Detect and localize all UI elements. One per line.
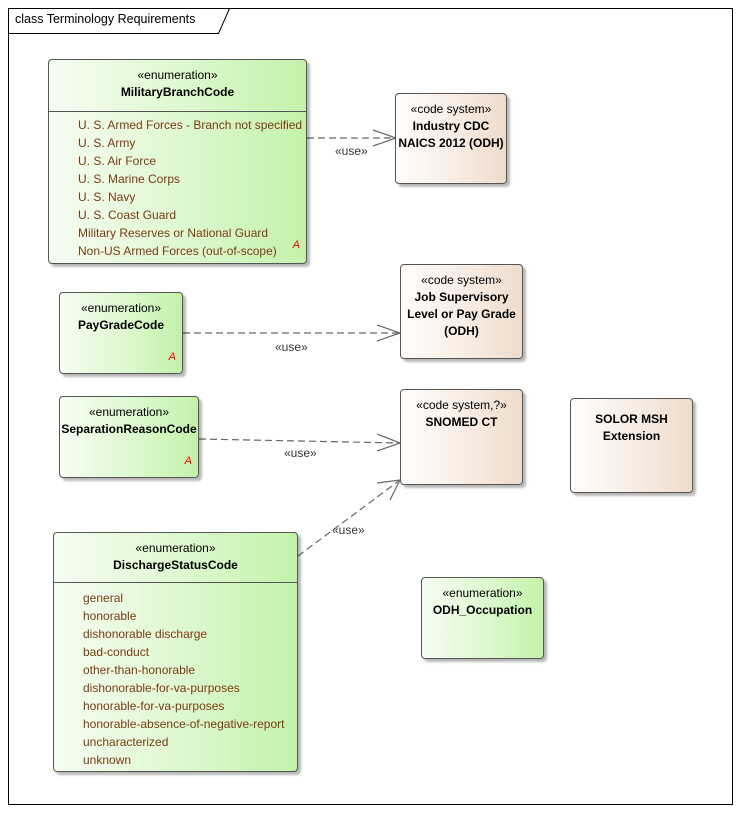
connector-label-use: «use» — [332, 523, 365, 537]
enum-literal[interactable]: uncharacterized — [83, 733, 297, 751]
stereotype: «code system,?» — [416, 398, 507, 412]
enum-literal[interactable]: honorable-absence-of-negative-report — [83, 715, 297, 733]
enum-literal[interactable]: bad-conduct — [83, 643, 297, 661]
enum-literal[interactable]: Military Reserves or National Guard — [78, 224, 306, 242]
stereotype: «enumeration» — [80, 301, 162, 315]
enum-literal[interactable]: honorable — [83, 607, 297, 625]
abstract-marker: A — [168, 351, 176, 363]
connector-label-use: «use» — [335, 144, 368, 158]
class-name-line: Extension — [602, 429, 661, 443]
class-name-line: Industry CDC — [412, 119, 490, 133]
class-name-line: NAICS 2012 (ODH) — [398, 136, 504, 150]
enum-literal[interactable]: U. S. Armed Forces - Branch not specifie… — [78, 116, 306, 134]
enum-discharge-status-code[interactable]: «enumeration» DischargeStatusCode genera… — [53, 532, 298, 772]
class-name: MilitaryBranchCode — [120, 85, 235, 99]
connector-separation-to-snomed[interactable] — [198, 438, 401, 444]
enum-separation-reason-code[interactable]: «enumeration» SeparationReasonCode A — [59, 396, 199, 478]
connector-label-use: «use» — [275, 340, 308, 354]
abstract-marker: A — [292, 239, 300, 251]
attribute-list: U. S. Armed Forces - Branch not specifie… — [49, 112, 306, 260]
enum-literal[interactable]: other-than-honorable — [83, 661, 297, 679]
enum-literal[interactable]: U. S. Navy — [78, 188, 306, 206]
enum-literal[interactable]: dishonorable discharge — [83, 625, 297, 643]
stereotype: «enumeration» — [442, 586, 523, 600]
class-solor-msh-extension[interactable]: SOLOR MSH Extension — [570, 398, 693, 493]
class-name-line: SOLOR MSH — [595, 412, 668, 426]
enum-literal[interactable]: dishonorable-for-va-purposes — [83, 679, 297, 697]
attribute-list: general honorable dishonorable discharge… — [54, 583, 297, 769]
enum-pay-grade-code[interactable]: «enumeration» PayGradeCode A — [59, 292, 183, 374]
enum-military-branch-code[interactable]: «enumeration» MilitaryBranchCode U. S. A… — [48, 59, 307, 264]
class-name: SNOMED CT — [425, 415, 498, 429]
class-name: ODH_Occupation — [432, 603, 533, 617]
code-system-industry-cdc[interactable]: «code system» Industry CDC NAICS 2012 (O… — [395, 93, 507, 184]
abstract-marker: A — [184, 455, 192, 467]
connector-label-use: «use» — [284, 446, 317, 460]
class-name-line: Job Supervisory — [414, 290, 509, 304]
class-name-line: (ODH) — [444, 324, 479, 338]
code-system-snomed-ct[interactable]: «code system,?» SNOMED CT — [400, 389, 523, 485]
enum-literal[interactable]: unknown — [83, 751, 297, 769]
class-name: SeparationReasonCode — [61, 422, 197, 436]
enum-literal[interactable]: U. S. Air Force — [78, 152, 306, 170]
stereotype: «enumeration» — [137, 68, 218, 82]
enum-literal[interactable]: U. S. Coast Guard — [78, 206, 306, 224]
enum-literal[interactable]: honorable-for-va-purposes — [83, 697, 297, 715]
connector-discharge-to-snomed[interactable] — [297, 479, 401, 557]
class-name-line: Level or Pay Grade — [407, 307, 516, 321]
stereotype: «enumeration» — [135, 541, 216, 555]
stereotype: «enumeration» — [88, 405, 170, 419]
enum-literal[interactable]: U. S. Army — [78, 134, 306, 152]
enum-literal[interactable]: general — [83, 589, 297, 607]
stereotype: «code system» — [410, 102, 492, 116]
class-name: DischargeStatusCode — [113, 558, 238, 572]
enum-literal[interactable]: Non-US Armed Forces (out-of-scope) — [78, 242, 306, 260]
stereotype: «code system» — [421, 273, 502, 287]
code-system-job-supervisory[interactable]: «code system» Job Supervisory Level or P… — [400, 264, 523, 359]
enum-literal[interactable]: U. S. Marine Corps — [78, 170, 306, 188]
enum-odh-occupation[interactable]: «enumeration» ODH_Occupation — [421, 577, 544, 659]
class-name: PayGradeCode — [77, 318, 165, 332]
